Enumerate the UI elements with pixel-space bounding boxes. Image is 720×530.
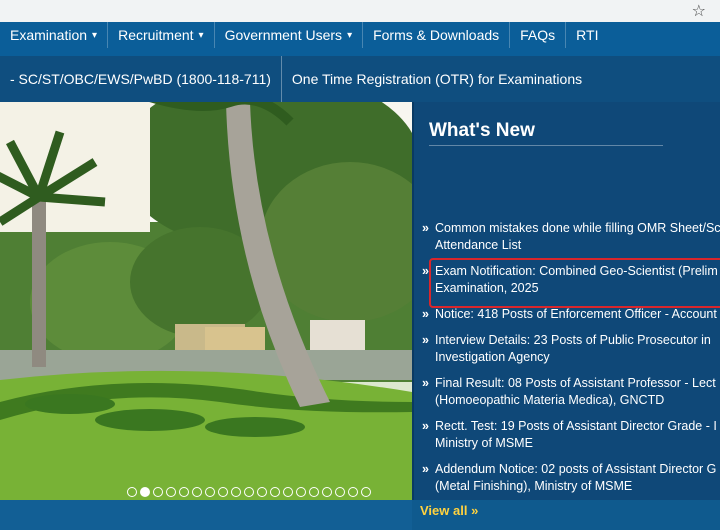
slider-dot[interactable] (283, 487, 293, 497)
news-line: Addendum Notice: 02 posts of Assistant D… (435, 462, 717, 476)
slider-dot[interactable] (153, 487, 163, 497)
secondary-nav: - SC/ST/OBC/EWS/PwBD (1800-118-711) One … (0, 56, 720, 102)
nav-faqs[interactable]: FAQs (510, 22, 567, 48)
nav-recruitment[interactable]: Recruitment ▾ (108, 22, 215, 48)
list-item[interactable]: » Interview Details: 23 Posts of Public P… (422, 332, 720, 366)
highlight-box (429, 258, 720, 308)
slider-dot[interactable] (166, 487, 176, 497)
campus-photo-illustration (0, 102, 412, 500)
primary-nav: Examination ▾ Recruitment ▾ Government Use… (0, 22, 720, 56)
helpline-link[interactable]: - SC/ST/OBC/EWS/PwBD (1800-118-711) (0, 56, 282, 102)
slider-dot[interactable] (322, 487, 332, 497)
slider-dot[interactable] (257, 487, 267, 497)
slider-dot[interactable] (244, 487, 254, 497)
slider-dot[interactable] (270, 487, 280, 497)
otr-link[interactable]: One Time Registration (OTR) for Examinat… (282, 56, 592, 102)
nav-label: Forms & Downloads (373, 27, 500, 43)
heading-divider (429, 145, 663, 146)
browser-toolbar: ☆ (0, 0, 720, 22)
list-item[interactable]: » Notice: 418 Posts of Enforcement Office… (422, 306, 720, 323)
chevron-down-icon: ▾ (198, 29, 204, 41)
double-chevron-icon: » (422, 376, 429, 390)
slider-dot[interactable] (218, 487, 228, 497)
double-chevron-icon: » (422, 462, 429, 476)
chevron-down-icon: ▾ (347, 29, 353, 41)
nav-label: Recruitment (118, 27, 194, 43)
list-item[interactable]: » Rectt. Test: 19 Posts of Assistant Dire… (422, 418, 720, 452)
slider-dot[interactable] (179, 487, 189, 497)
nav-label: FAQs (520, 27, 556, 43)
slider-dot[interactable] (348, 487, 358, 497)
bookmark-star-icon[interactable]: ☆ (692, 1, 706, 21)
slider-dot[interactable] (335, 487, 345, 497)
news-line: (Metal Finishing), Ministry of MSME (435, 479, 633, 493)
nav-examination[interactable]: Examination ▾ (0, 22, 109, 48)
whats-new-heading: What's New (429, 120, 535, 141)
nav-label: RTI (576, 27, 599, 43)
slider-dot[interactable] (309, 487, 319, 497)
news-line: Interview Details: 23 Posts of Public Pr… (435, 333, 711, 347)
double-chevron-icon: » (422, 307, 429, 321)
double-chevron-icon: » (422, 264, 429, 278)
news-line: Notice: 418 Posts of Enforcement Officer… (435, 307, 717, 321)
nav-label: Government Users (224, 27, 343, 43)
slider-dots (127, 487, 371, 497)
news-line: Common mistakes done while filling OMR S… (435, 221, 720, 235)
slider-dot[interactable] (127, 487, 137, 497)
double-chevron-icon: » (422, 333, 429, 347)
news-line: Rectt. Test: 19 Posts of Assistant Direc… (435, 419, 717, 433)
news-line: Investigation Agency (435, 350, 550, 364)
news-line: Final Result: 08 Posts of Assistant Prof… (435, 376, 716, 390)
list-item[interactable]: » Final Result: 08 Posts of Assistant Pro… (422, 375, 720, 409)
slider-dot[interactable] (231, 487, 241, 497)
double-chevron-icon: » (422, 221, 429, 235)
view-all-link[interactable]: View all » (420, 503, 478, 518)
slider-dot[interactable] (192, 487, 202, 497)
slider-dot[interactable] (140, 487, 150, 497)
news-line: Attendance List (435, 238, 522, 252)
list-item[interactable]: » Common mistakes done while filling OMR … (422, 220, 720, 254)
nav-forms-downloads[interactable]: Forms & Downloads (363, 22, 511, 48)
news-line: (Homoeopathic Materia Medica), GNCTD (435, 393, 665, 407)
slider-dot[interactable] (296, 487, 306, 497)
slider-dot[interactable] (361, 487, 371, 497)
slider-dot[interactable] (205, 487, 215, 497)
nav-rti[interactable]: RTI (566, 22, 608, 48)
list-item[interactable]: » Addendum Notice: 02 posts of Assistant … (422, 461, 720, 495)
double-chevron-icon: » (422, 419, 429, 433)
hero-banner-image (0, 102, 412, 500)
news-line: Ministry of MSME (435, 436, 533, 450)
bottom-bar-left (0, 500, 412, 530)
nav-label: Examination (10, 27, 88, 43)
chevron-down-icon: ▾ (92, 29, 98, 41)
nav-government-users[interactable]: Government Users ▾ (215, 22, 364, 48)
